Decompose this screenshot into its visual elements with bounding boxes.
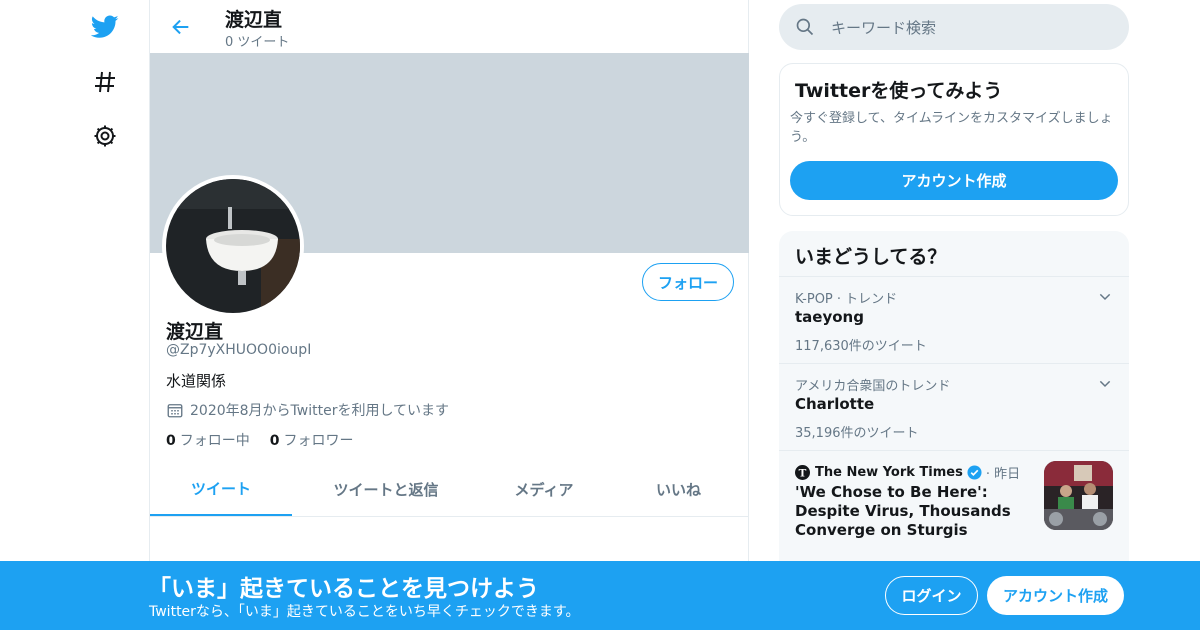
profile-handle: @Zp7yXHUOO0ioupI	[166, 342, 312, 358]
gear-icon[interactable]	[90, 121, 120, 151]
search-input[interactable]: キーワード検索	[779, 4, 1129, 50]
hashtag-icon[interactable]	[90, 67, 120, 97]
left-nav	[70, 0, 150, 630]
news-source-row: T The New York Times · 昨日	[795, 463, 1020, 482]
login-button[interactable]: ログイン	[885, 576, 978, 615]
search-icon	[796, 18, 814, 36]
create-account-button[interactable]: アカウント作成	[790, 161, 1118, 200]
news-source: The New York Times	[815, 465, 963, 480]
bottom-signup-button[interactable]: アカウント作成	[987, 576, 1124, 615]
tab-likes[interactable]: いいね	[608, 462, 749, 516]
profile-joined: 2020年8月からTwitterを利用しています	[166, 400, 449, 420]
tab-tweets[interactable]: ツイート	[150, 462, 292, 516]
verified-badge-icon	[967, 465, 982, 480]
header-tweet-count: 0 ツイート	[225, 35, 290, 50]
trend-meta: アメリカ合衆国のトレンド	[795, 379, 951, 394]
follow-button[interactable]: フォロー	[642, 263, 734, 301]
followers-label: フォロワー	[283, 433, 354, 449]
trend-count: 35,196件のツイート	[795, 426, 919, 441]
chevron-down-icon[interactable]	[1097, 376, 1113, 392]
twitter-logo-icon[interactable]	[90, 12, 120, 42]
profile-name: 渡辺直	[166, 321, 224, 343]
following-count: 0	[166, 433, 176, 449]
news-time: · 昨日	[985, 467, 1021, 482]
trends-title: いまどうしてる？	[795, 246, 947, 268]
news-headline: 'We Chose to Be Here': Despite Virus, Th…	[795, 483, 1011, 539]
signup-bottom-bar: 「いま」起きていることを見つけよう Twitterなら、「いま」起きていることを…	[0, 561, 1200, 630]
trend-item[interactable]: アメリカ合衆国のトレンド Charlotte 35,196件のツイート	[779, 363, 1129, 450]
trend-topic: taeyong	[795, 308, 864, 326]
trend-topic: Charlotte	[795, 395, 875, 413]
search-placeholder: キーワード検索	[831, 18, 937, 37]
page: 渡辺直 0 ツイート フォロー 渡辺直 @Zp7yXHUOO0ioupI 水道関…	[0, 0, 1200, 630]
nyt-logo-icon: T	[795, 465, 810, 480]
chevron-down-icon[interactable]	[1097, 289, 1113, 305]
profile-stats: 0 フォロー中 0 フォロワー	[166, 430, 374, 450]
followers-link[interactable]: 0 フォロワー	[270, 430, 354, 450]
tab-tweets-replies[interactable]: ツイートと返信	[292, 462, 480, 516]
bottom-bar-subtitle: Twitterなら、「いま」起きていることをいち早くチェックできます。	[149, 604, 580, 620]
news-thumbnail	[1044, 461, 1113, 530]
news-item[interactable]: T The New York Times · 昨日 'We Chose to B…	[779, 450, 1129, 555]
following-link[interactable]: 0 フォロー中	[166, 430, 250, 450]
trend-meta: K-POP · トレンド	[795, 292, 898, 307]
bottom-bar-title: 「いま」起きていることを見つけよう	[148, 576, 539, 602]
avatar[interactable]	[162, 175, 304, 317]
svg-text:T: T	[799, 467, 807, 479]
profile-tabs: ツイート ツイートと返信 メディア いいね	[150, 462, 749, 517]
profile-column: 渡辺直 0 ツイート フォロー 渡辺直 @Zp7yXHUOO0ioupI 水道関…	[149, 0, 749, 630]
joined-text: 2020年8月からTwitterを利用しています	[190, 403, 450, 419]
profile-header-bar: 渡辺直 0 ツイート	[150, 0, 749, 53]
trend-count: 117,630件のツイート	[795, 339, 927, 354]
back-arrow-icon[interactable]	[166, 12, 196, 42]
signup-card: Twitterを使ってみよう 今すぐ登録して、タイムラインをカスタマイズしましょ…	[779, 63, 1129, 216]
followers-count: 0	[269, 433, 280, 449]
calendar-icon	[167, 404, 183, 418]
signup-card-description: 今すぐ登録して、タイムラインをカスタマイズしましょう。	[790, 111, 1113, 145]
profile-bio: 水道関係	[166, 372, 227, 390]
signup-card-title: Twitterを使ってみよう	[795, 80, 1003, 102]
header-name: 渡辺直	[225, 9, 283, 31]
tab-media[interactable]: メディア	[480, 462, 608, 516]
trend-item[interactable]: K-POP · トレンド taeyong 117,630件のツイート	[779, 276, 1129, 363]
following-label: フォロー中	[179, 433, 250, 449]
